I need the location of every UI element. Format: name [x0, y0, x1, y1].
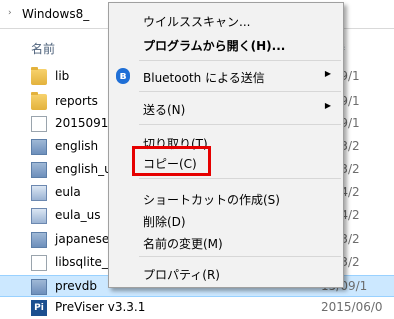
file-name: lib [55, 69, 70, 83]
menu-item-bluetooth[interactable]: ʙ Bluetooth による送信 ▶ [109, 65, 343, 87]
file-name: 2015091 [55, 116, 109, 130]
menu-item-label: プログラムから開く(H)... [143, 39, 286, 53]
menu-item-label: 名前の変更(M) [143, 237, 223, 251]
menu-separator [139, 60, 341, 61]
file-date: 2015/06/0 [321, 300, 383, 314]
submenu-arrow-icon: ▶ [324, 69, 331, 78]
file-name: eula [55, 185, 81, 199]
file-name: libsqlite_ [55, 255, 108, 269]
file-name: prevdb [55, 279, 98, 293]
menu-item-label: プロパティ(R) [143, 268, 220, 282]
context-menu: ウイルススキャン... プログラムから開く(H)... ʙ Bluetooth … [108, 2, 344, 288]
menu-item-properties[interactable]: プロパティ(R) [109, 262, 343, 284]
breadcrumb-separator-icon: › [8, 8, 12, 18]
submenu-arrow-icon: ▶ [324, 101, 331, 110]
folder-icon [31, 92, 47, 110]
menu-item-rename[interactable]: 名前の変更(M) [109, 231, 343, 253]
copy-highlight-box [132, 146, 211, 176]
file-icon [31, 116, 47, 132]
menu-item-delete[interactable]: 削除(D) [109, 209, 343, 231]
file-name: reports [55, 94, 98, 108]
menu-item-label: 送る(N) [143, 103, 186, 117]
menu-item-open-with[interactable]: プログラムから開く(H)... [109, 33, 343, 55]
breadcrumb[interactable]: Windows8_ [22, 7, 89, 21]
menu-item-label: ウイルススキャン... [143, 15, 251, 29]
menu-item-label: Bluetooth による送信 [143, 71, 265, 85]
file-icon [31, 255, 47, 271]
menu-item-label: 削除(D) [143, 215, 186, 229]
menu-separator [139, 91, 341, 92]
previser-app-icon: Pi [31, 300, 47, 316]
menu-item-create-shortcut[interactable]: ショートカットの作成(S) [109, 187, 343, 209]
menu-item-label: ショートカットの作成(S) [143, 193, 280, 207]
db-icon [31, 232, 47, 248]
menu-item-virus-scan[interactable]: ウイルススキャン... [109, 9, 343, 31]
app-icon [31, 185, 47, 201]
file-row-previser[interactable]: Pi PreViser v3.3.1 2015/06/0 [0, 297, 394, 319]
file-name: english [55, 139, 99, 153]
file-name: PreViser v3.3.1 [55, 300, 146, 314]
app-icon [31, 208, 47, 224]
file-name: english_u [55, 162, 112, 176]
menu-separator [139, 256, 341, 257]
column-name[interactable]: 名前 [31, 40, 55, 57]
menu-separator [139, 124, 341, 125]
menu-item-send-to[interactable]: 送る(N) ▶ [109, 97, 343, 119]
menu-separator [139, 178, 341, 179]
folder-icon [31, 67, 47, 85]
db-icon [31, 139, 47, 155]
db-icon [31, 162, 47, 178]
file-name: eula_us [55, 208, 101, 222]
bluetooth-icon: ʙ [116, 68, 130, 84]
db-icon [31, 279, 47, 295]
file-name: japanese [55, 232, 110, 246]
